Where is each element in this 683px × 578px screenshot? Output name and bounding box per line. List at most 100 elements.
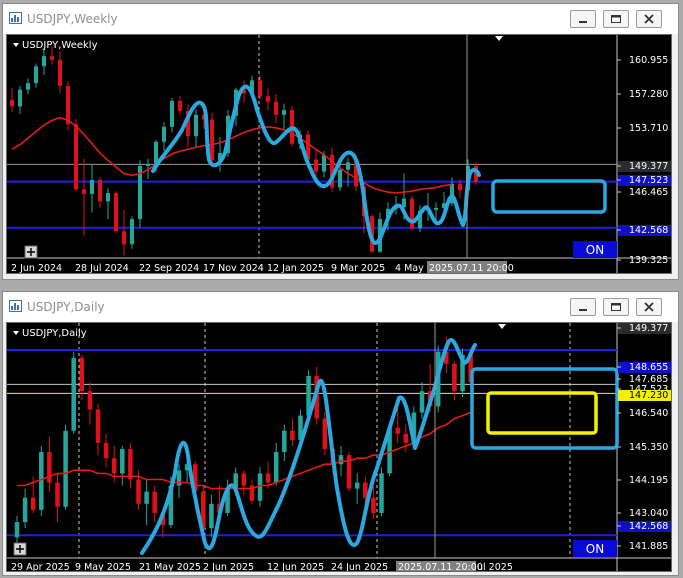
time-axis-label: 29 Apr 2025	[11, 562, 70, 572]
weekly-chart-window: USDJPY,Weekly 160.955 157.280 153.710 149.3…	[2, 3, 679, 280]
minimize-button[interactable]	[570, 10, 596, 28]
candle	[114, 191, 118, 234]
close-icon	[644, 14, 654, 24]
daily-chart-window: USDJPY,Daily 149.377 148.655 147.685 147.52…	[2, 291, 679, 576]
minimize-icon	[579, 21, 587, 23]
weekly-title-bar[interactable]: USDJPY,Weekly	[3, 4, 678, 34]
daily-chart-svg[interactable]: 149.377148.655147.685147.523147.230146.5…	[7, 323, 672, 572]
candle	[98, 177, 102, 208]
candle	[82, 158, 86, 236]
restore-icon	[611, 15, 621, 23]
candle	[419, 382, 425, 419]
price-axis-label: 143.040	[629, 508, 668, 519]
price-axis-label: 147.230	[629, 390, 668, 401]
plus-icon[interactable]	[13, 542, 27, 556]
candle	[39, 445, 44, 516]
restore-button[interactable]	[603, 298, 629, 316]
candle	[379, 467, 384, 516]
price-axis-label: 139.325	[629, 255, 668, 266]
candle	[58, 51, 62, 94]
candle	[274, 94, 278, 124]
candle	[330, 147, 334, 193]
plus-icon[interactable]	[24, 245, 38, 259]
candle	[162, 122, 166, 152]
candle	[95, 403, 101, 456]
close-button[interactable]	[636, 10, 662, 28]
candle	[249, 479, 255, 504]
time-axis-label: 28 Jul 2024	[75, 263, 129, 274]
price-axis-label: 141.885	[629, 541, 668, 552]
candle	[170, 98, 174, 133]
collapse-triangle-icon[interactable]	[13, 43, 19, 47]
weekly-window-title: USDJPY,Weekly	[27, 12, 118, 26]
time-axis-label: 17 Nov 2024	[203, 263, 264, 274]
weekly-chart-area[interactable]: 160.955 157.280 153.710 149.377 147.523 146.4…	[6, 34, 672, 274]
weekly-chart-svg[interactable]: 160.955 157.280 153.710 149.377 147.523146.4…	[7, 35, 672, 274]
daily-window-title: USDJPY,Daily	[27, 300, 105, 314]
price-axis-label: 146.465	[629, 187, 668, 198]
candle	[266, 88, 270, 111]
candle	[66, 81, 70, 131]
candle	[282, 103, 286, 129]
chart-shift-marker	[498, 324, 506, 329]
candle	[130, 216, 134, 249]
time-axis-label: 12 Jan 2025	[267, 263, 324, 274]
candle	[103, 433, 109, 468]
time-axis-label: 2 Jun 2025	[203, 562, 254, 572]
candle	[106, 188, 110, 220]
candle	[120, 445, 125, 486]
candle	[209, 494, 214, 538]
candle	[74, 118, 78, 192]
candle	[241, 470, 247, 495]
candle	[71, 351, 76, 434]
candle	[42, 47, 46, 75]
chart-window-icon	[9, 12, 22, 24]
candle	[87, 382, 93, 425]
price-axis-label: 148.655	[629, 362, 668, 373]
time-axis-label: 12 Jun 2025	[267, 562, 324, 572]
candle	[34, 63, 38, 88]
candle	[257, 467, 263, 507]
price-axis-label: 145.350	[629, 442, 668, 453]
candle	[152, 485, 157, 523]
chart-shift-marker	[495, 36, 503, 41]
price-axis-label: 149.377	[629, 323, 668, 334]
candle	[194, 109, 198, 148]
price-axis-label: 146.540	[629, 408, 668, 419]
candle	[55, 473, 60, 523]
highlight-box-inner	[486, 391, 598, 435]
daily-title-bar[interactable]: USDJPY,Daily	[3, 292, 678, 322]
restore-icon	[611, 303, 621, 311]
time-axis-label: 21 May 2025	[139, 562, 201, 572]
price-axis-label: 147.523	[629, 175, 668, 186]
candle	[47, 436, 52, 492]
time-axis-label: 9 Mar 2025	[331, 263, 385, 274]
candle	[322, 412, 328, 456]
daily-symbol-label: USDJPY,Daily	[22, 328, 87, 339]
candle	[14, 515, 20, 544]
close-button[interactable]	[636, 298, 662, 316]
daily-cursor-time: 2025.07.11 20:00	[398, 562, 483, 572]
collapse-triangle-icon[interactable]	[13, 331, 19, 335]
price-axis-label: 142.568	[629, 225, 668, 236]
daily-chart-area[interactable]: 149.377 148.655 147.685 147.523 147.230 146.5…	[6, 322, 672, 572]
candle	[282, 424, 287, 462]
price-axis-label: 160.955	[629, 55, 668, 66]
time-axis-label: 22 Sep 2024	[139, 263, 199, 274]
on-button-label: ON	[586, 542, 604, 556]
candle	[22, 488, 28, 529]
candle	[144, 479, 149, 526]
candle	[63, 424, 68, 510]
price-axis-label: 144.195	[629, 475, 668, 486]
candle	[314, 149, 318, 178]
restore-button[interactable]	[603, 10, 629, 28]
minimize-button[interactable]	[570, 298, 596, 316]
candle	[128, 442, 133, 489]
chart-window-icon	[9, 300, 22, 312]
highlight-box	[491, 179, 607, 214]
candle	[138, 160, 142, 228]
time-axis-label: 9 May 2025	[75, 562, 131, 572]
close-icon	[644, 302, 654, 312]
minimize-icon	[579, 309, 587, 311]
candle	[26, 78, 30, 95]
